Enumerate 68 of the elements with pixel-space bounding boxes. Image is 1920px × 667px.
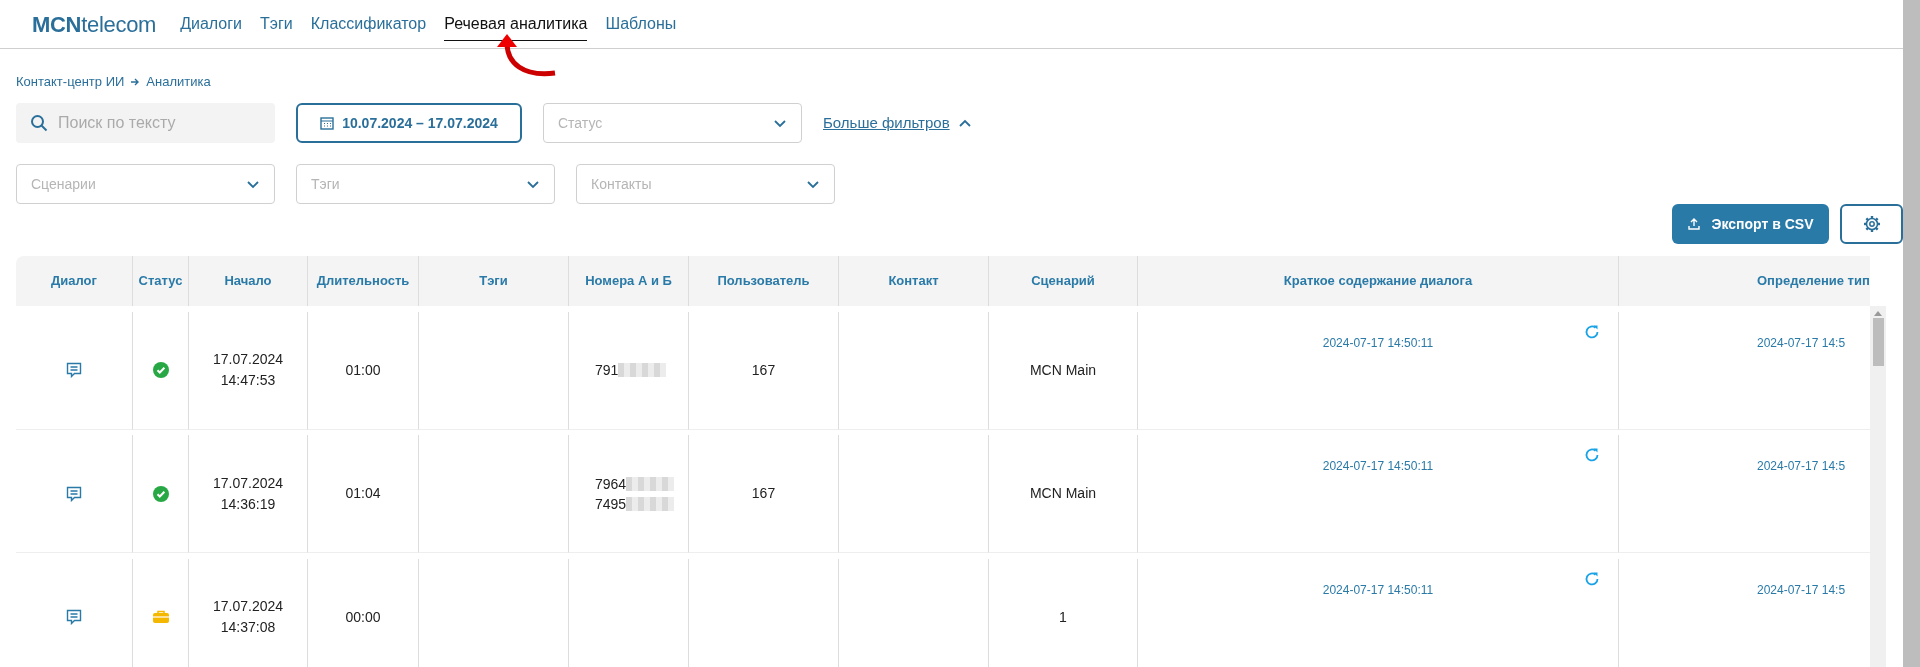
chat-icon[interactable] — [66, 485, 82, 502]
settings-icon — [1862, 215, 1881, 233]
chevron-down-icon — [526, 178, 540, 190]
timestamp: 2024-07-17 14:50:11 — [1322, 458, 1434, 476]
column-header[interactable]: Определение тип — [1618, 256, 1870, 306]
table-cell-text: 17.07.2024 — [212, 597, 284, 617]
redaction-blur — [626, 476, 675, 491]
timestamp: 2024-07-17 14:5 — [1757, 581, 1846, 599]
column-header[interactable]: Длительность — [307, 256, 418, 306]
table-cell-text: 14:47:53 — [220, 371, 276, 391]
redaction-blur — [618, 363, 667, 378]
nav-tab[interactable]: Шаблоны — [605, 7, 677, 41]
export-button[interactable]: Экспорт в CSV — [1672, 204, 1829, 244]
phone-number: 791 — [595, 361, 619, 381]
phone-number: 7495 — [595, 494, 627, 514]
column-header[interactable]: Начало — [188, 256, 307, 306]
timestamp: 2024-07-17 14:50:11 — [1322, 334, 1434, 352]
search-icon — [30, 114, 48, 132]
scroll-up-icon — [1874, 310, 1882, 316]
chevron-down-icon — [806, 178, 820, 190]
breadcrumb-link[interactable]: Контакт-центр ИИ — [16, 72, 125, 92]
nav-tab[interactable]: Тэги — [260, 7, 293, 41]
nav-tab[interactable]: Диалоги — [180, 7, 242, 41]
timestamp: 2024-07-17 14:5 — [1757, 334, 1846, 352]
column-header[interactable]: Статус — [132, 256, 188, 306]
chevron-down-icon — [773, 117, 787, 129]
column-header[interactable]: Тэги — [418, 256, 568, 306]
redaction-blur — [626, 496, 675, 511]
table-cell-text: 01:04 — [345, 484, 381, 504]
chat-icon[interactable] — [66, 362, 82, 379]
column-header[interactable]: Пользователь — [688, 256, 838, 306]
timestamp: 2024-07-17 14:5 — [1757, 458, 1846, 476]
breadcrumb-link[interactable]: Аналитика — [146, 72, 211, 92]
table-cell-text: 17.07.2024 — [212, 473, 284, 493]
date-range-button[interactable]: 10.07.2024 – 17.07.2024 — [296, 103, 522, 143]
table-cell-text: 14:36:19 — [220, 494, 276, 514]
table-cell-text: 00:00 — [345, 607, 381, 627]
scrollbar-thumb[interactable] — [1872, 318, 1884, 366]
table-cell-text: 167 — [751, 360, 776, 380]
table-cell-text: 14:37:08 — [220, 618, 276, 638]
table-cell-text: 17.07.2024 — [212, 350, 284, 370]
table-cell-text: MCN Main — [1029, 360, 1097, 380]
column-header[interactable]: Краткое содержание диалога — [1137, 256, 1618, 306]
logo[interactable]: MCNtelecom — [32, 7, 157, 41]
refresh-icon[interactable] — [1584, 323, 1600, 340]
search-field[interactable]: Поиск по тексту — [16, 103, 275, 143]
timestamp: 2024-07-17 14:50:11 — [1322, 581, 1434, 599]
more-filters-link[interactable]: Больше фильтров — [823, 111, 950, 135]
chevron-down-icon — [246, 178, 260, 190]
upload-icon — [1687, 218, 1700, 230]
table-cell-text: 167 — [751, 484, 776, 504]
column-header[interactable]: Сценарий — [988, 256, 1137, 306]
scrollbar[interactable] — [1870, 306, 1886, 667]
table-cell-text: 1 — [1059, 607, 1067, 627]
table-cell-text: MCN Main — [1029, 484, 1097, 504]
refresh-icon[interactable] — [1584, 570, 1600, 587]
chat-icon[interactable] — [66, 609, 82, 626]
arrow-right-icon — [130, 77, 141, 87]
column-header[interactable]: Контакт — [838, 256, 988, 306]
refresh-icon[interactable] — [1584, 447, 1600, 464]
column-header[interactable]: Диалог — [16, 256, 132, 306]
calendar-icon — [320, 116, 335, 130]
column-header[interactable]: Номера А и Б — [568, 256, 688, 306]
phone-number: 7964 — [595, 474, 627, 494]
settings-button[interactable] — [1840, 204, 1903, 244]
table-cell-text: 01:00 — [345, 360, 381, 380]
nav-tab[interactable]: Классификатор — [310, 7, 427, 41]
scrollbar[interactable] — [1903, 0, 1920, 667]
